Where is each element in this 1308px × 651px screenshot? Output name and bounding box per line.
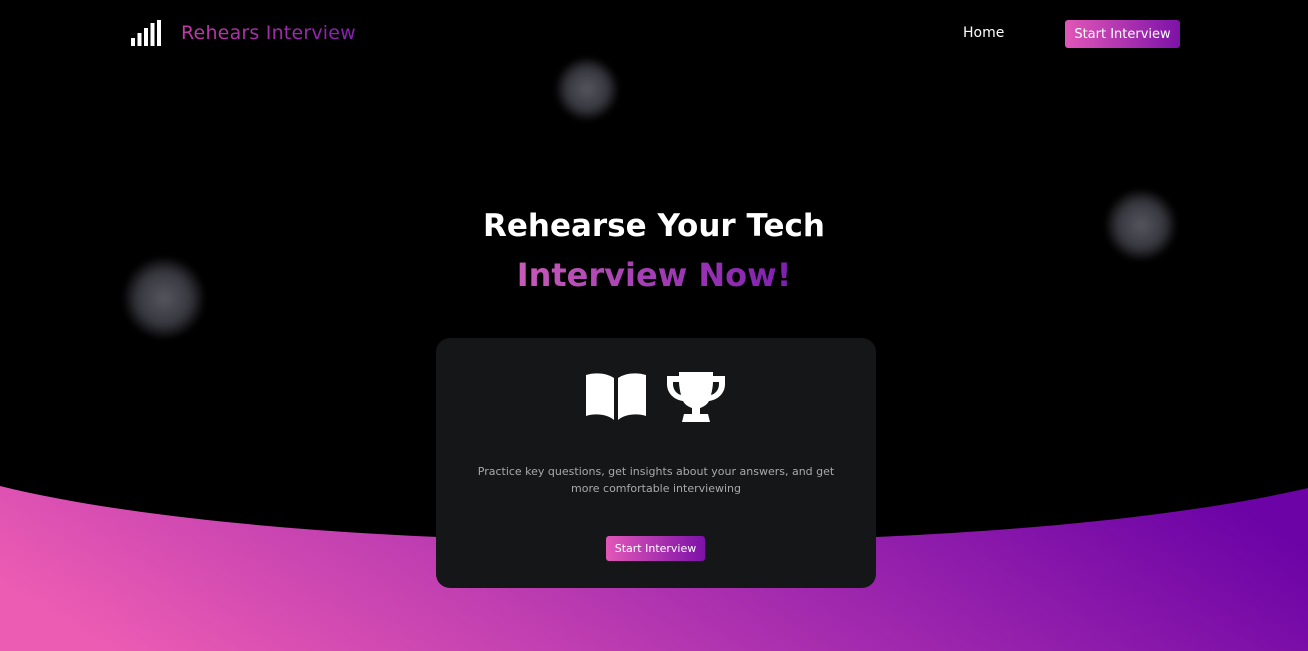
start-interview-card-button[interactable]: Start Interview — [606, 536, 705, 561]
signal-bars-icon — [131, 20, 161, 46]
top-navbar: Rehears Interview Home Start Interview — [0, 0, 1308, 70]
card-icons — [585, 370, 727, 424]
landing-page: Rehears Interview Home Start Interview R… — [0, 0, 1308, 651]
book-open-icon — [586, 373, 646, 420]
brand-logo[interactable]: Rehears Interview — [131, 20, 356, 46]
hero-title: Rehearse Your Tech — [482, 208, 825, 244]
start-interview-nav-button[interactable]: Start Interview — [1065, 20, 1180, 48]
trophy-icon — [667, 372, 725, 422]
hero-subtitle: Interview Now! — [0, 256, 1308, 294]
brand-name: Rehears Interview — [181, 22, 356, 44]
nav-home-link[interactable]: Home — [963, 25, 1004, 41]
hero-subtitle-text: Interview Now! — [516, 256, 792, 294]
card-description: Practice key questions, get insights abo… — [477, 465, 835, 495]
feature-card: Practice key questions, get insights abo… — [436, 338, 876, 588]
